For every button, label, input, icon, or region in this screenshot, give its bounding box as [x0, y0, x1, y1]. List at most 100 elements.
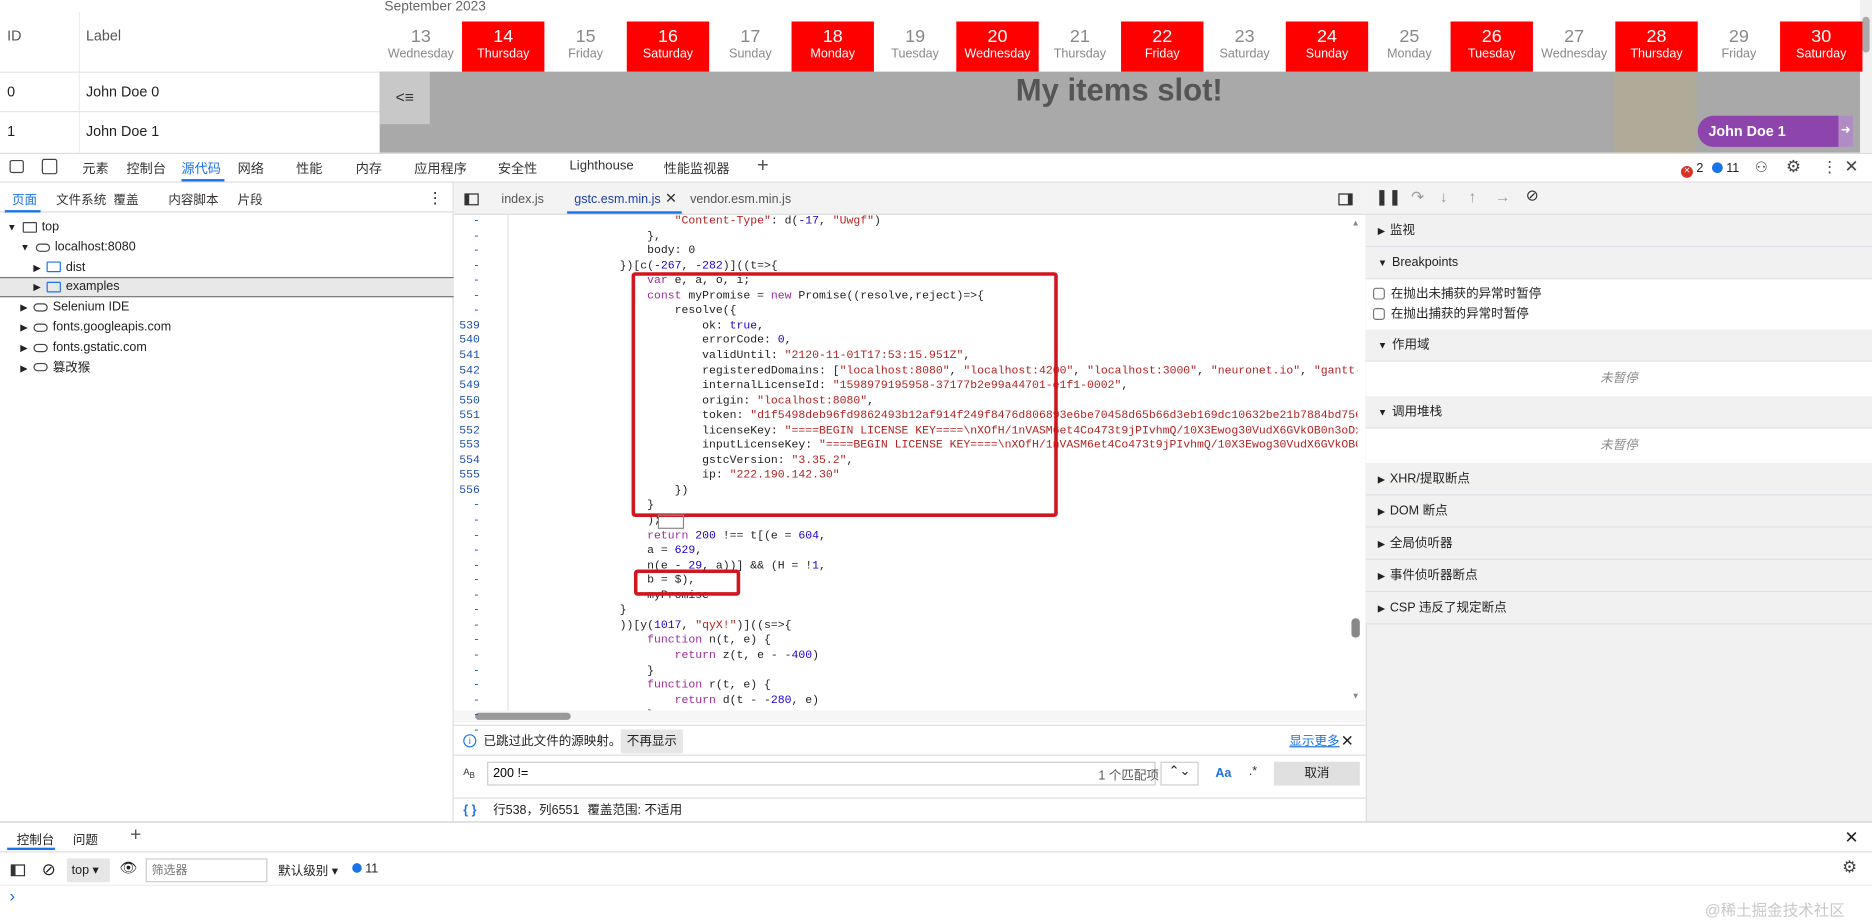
line-number[interactable]: -: [444, 289, 480, 304]
debugger-section[interactable]: ▶ XHR/提取断点: [1365, 463, 1872, 496]
replace-toggle-icon[interactable]: AB: [463, 766, 475, 780]
debugger-section[interactable]: ▶ 监视: [1365, 214, 1872, 248]
line-number[interactable]: -: [444, 663, 480, 678]
drawer-tab-issues[interactable]: 问题: [73, 831, 98, 849]
collapsed-arrow-icon[interactable]: ▶: [20, 302, 27, 313]
line-number[interactable]: -: [444, 244, 480, 259]
tree-item[interactable]: ▶ Selenium IDE: [20, 297, 129, 317]
navigator-tab[interactable]: 覆盖: [113, 191, 138, 209]
devtools-tab[interactable]: 网络: [238, 159, 264, 178]
close-drawer-icon[interactable]: ✕: [1845, 827, 1859, 847]
navigator-tab[interactable]: 文件系统: [56, 191, 106, 209]
table-row[interactable]: 1 John Doe 1: [0, 112, 380, 153]
console-prompt[interactable]: ›: [10, 886, 16, 905]
line-number[interactable]: -: [444, 513, 480, 528]
devtools-tab[interactable]: Lighthouse: [569, 159, 633, 173]
search-input[interactable]: [487, 761, 1156, 786]
tree-item[interactable]: ▶ fonts.googleapis.com: [20, 318, 171, 338]
line-number[interactable]: 556: [444, 483, 480, 498]
devtools-tab[interactable]: 安全性: [498, 159, 537, 178]
line-number[interactable]: 542: [444, 364, 480, 379]
line-number[interactable]: -: [444, 633, 480, 648]
prev-next-match-buttons[interactable]: ⌃⌄: [1160, 761, 1199, 786]
line-number[interactable]: 554: [444, 453, 480, 468]
close-infobar-icon[interactable]: ✕: [1341, 726, 1354, 757]
line-number[interactable]: -: [444, 229, 480, 244]
close-devtools-icon[interactable]: ✕: [1845, 156, 1859, 176]
editor-horizontal-scrollbar[interactable]: [453, 710, 1366, 723]
line-number[interactable]: -: [444, 558, 480, 573]
gantt-item-bar[interactable]: John Doe 1: [1697, 115, 1839, 147]
line-number[interactable]: 551: [444, 408, 480, 423]
line-number[interactable]: 552: [444, 423, 480, 438]
line-number[interactable]: -: [444, 573, 480, 588]
table-row[interactable]: 0 John Doe 0: [0, 73, 380, 113]
context-select[interactable]: top ▾: [66, 858, 110, 883]
collapsed-arrow-icon[interactable]: ▶: [20, 342, 27, 353]
tree-item[interactable]: ▶ fonts.gstatic.com: [20, 338, 146, 358]
step-over-icon[interactable]: ↷: [1411, 187, 1424, 206]
tree-item[interactable]: ▶ dist: [33, 257, 85, 277]
devtools-tab[interactable]: 控制台: [127, 159, 166, 178]
tree-item[interactable]: ▶ examples: [33, 277, 119, 297]
regex-button[interactable]: .*: [1249, 764, 1257, 778]
devtools-tab[interactable]: 性能监视器: [664, 159, 730, 178]
step-into-icon[interactable]: ↓: [1440, 187, 1448, 205]
label-column-header[interactable]: Label: [86, 27, 121, 44]
collapsed-arrow-icon[interactable]: ▶: [33, 282, 40, 293]
navigator-tab[interactable]: 页面: [12, 191, 37, 209]
pause-on-exception-checkbox[interactable]: 在抛出捕获的异常时暂停: [1372, 304, 1529, 322]
devtools-tab[interactable]: 应用程序: [414, 159, 467, 178]
line-number[interactable]: -: [444, 304, 480, 319]
close-file-tab-icon[interactable]: ✕: [665, 190, 677, 207]
line-number[interactable]: -: [444, 498, 480, 513]
line-number[interactable]: -: [444, 274, 480, 289]
device-toolbar-icon[interactable]: [41, 158, 58, 175]
step-out-icon[interactable]: ↑: [1468, 187, 1476, 205]
line-number[interactable]: -: [444, 708, 480, 723]
line-number[interactable]: -: [444, 528, 480, 543]
debugger-section[interactable]: ▶ DOM 断点: [1365, 495, 1872, 528]
dont-show-again-button[interactable]: 不再显示: [620, 729, 683, 754]
navigator-tab[interactable]: 片段: [238, 191, 263, 209]
collapsed-arrow-icon[interactable]: ▶: [20, 322, 27, 333]
pause-icon[interactable]: ❚❚: [1375, 187, 1401, 206]
devtools-tab[interactable]: 元素: [82, 159, 108, 178]
line-number[interactable]: -: [444, 603, 480, 618]
live-expression-eye-icon[interactable]: 👁: [119, 860, 137, 877]
debugger-section[interactable]: ▼ 调用堆栈: [1365, 396, 1872, 429]
drawer-tab-console[interactable]: 控制台: [17, 831, 55, 849]
debugger-section[interactable]: ▶ 事件侦听器断点: [1365, 559, 1872, 593]
console-message-count[interactable]: 11: [352, 862, 378, 876]
devtools-tab[interactable]: 内存: [356, 159, 382, 178]
expanded-arrow-icon[interactable]: ▼: [20, 242, 29, 253]
more-tabs-plus-icon[interactable]: +: [757, 154, 769, 178]
more-options-icon[interactable]: ⋮: [1822, 158, 1838, 177]
tree-item[interactable]: ▼ top: [7, 217, 59, 237]
checkbox[interactable]: [1372, 287, 1385, 300]
pause-on-exception-checkbox[interactable]: 在抛出未捕获的异常时暂停: [1372, 284, 1541, 302]
tree-item[interactable]: ▶ 篡改猴: [20, 358, 90, 378]
line-number[interactable]: 540: [444, 334, 480, 349]
collapsed-arrow-icon[interactable]: ▶: [20, 362, 27, 373]
line-number[interactable]: -: [444, 723, 480, 738]
toggle-navigator-icon[interactable]: [464, 193, 479, 206]
drawer-add-tab-icon[interactable]: +: [130, 825, 141, 846]
collapsed-arrow-icon[interactable]: ▶: [33, 262, 40, 273]
error-count[interactable]: ✕ 2: [1680, 161, 1703, 178]
customize-icon[interactable]: ⚇: [1755, 159, 1768, 176]
list-toggle-button[interactable]: <≡: [379, 71, 430, 125]
navigator-tab[interactable]: 内容脚本: [168, 191, 218, 209]
devtools-tab[interactable]: 源代码: [181, 159, 220, 178]
line-number[interactable]: 539: [444, 319, 480, 334]
settings-gear-icon[interactable]: ⚙: [1786, 156, 1801, 176]
console-settings-icon[interactable]: ⚙: [1842, 857, 1857, 877]
deactivate-breakpoints-icon[interactable]: ⊘: [1526, 186, 1539, 205]
navigator-more-icon[interactable]: ⋮: [427, 189, 443, 208]
line-number[interactable]: -: [444, 618, 480, 633]
file-tab[interactable]: vendor.esm.min.js: [690, 192, 791, 206]
file-tab[interactable]: gstc.esm.min.js: [574, 192, 660, 206]
expanded-arrow-icon[interactable]: ▼: [7, 222, 16, 233]
toggle-debugger-icon[interactable]: [1338, 193, 1353, 206]
checkbox[interactable]: [1372, 307, 1385, 320]
